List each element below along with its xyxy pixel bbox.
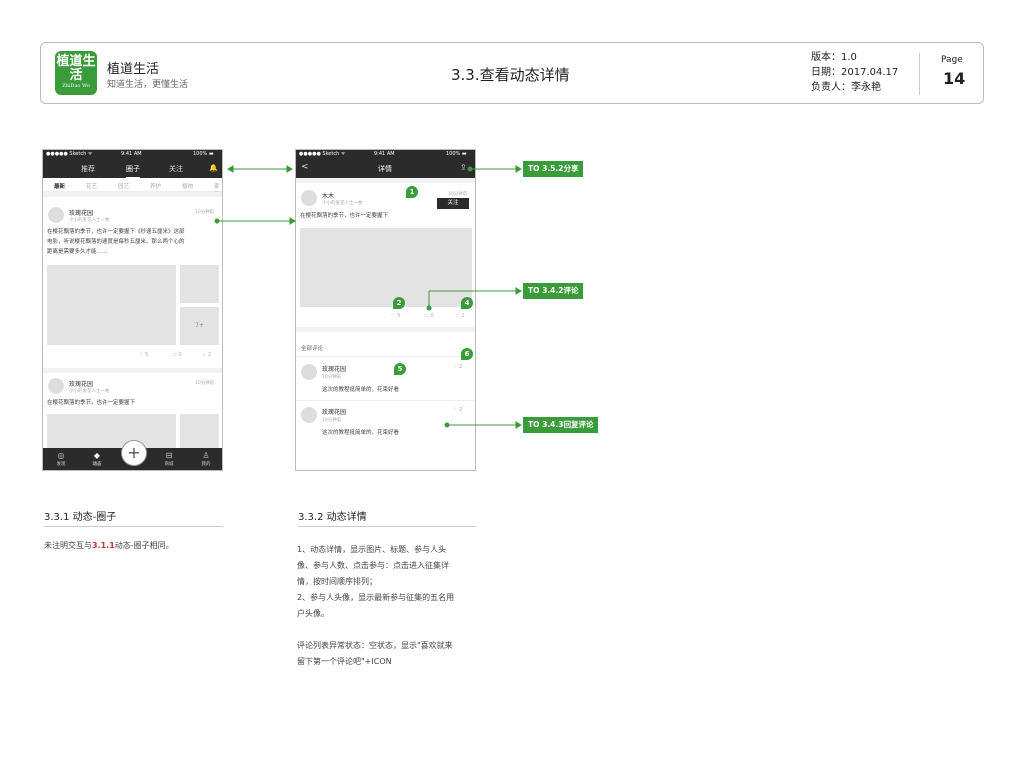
section-desc: 未注明交互与3.1.1动态-圈子相同。	[44, 541, 174, 550]
connector-lines	[214, 165, 522, 429]
link-reply[interactable]: TO 3.4.3回复评论	[523, 417, 599, 433]
link-comment[interactable]: TO 3.4.2评论	[523, 283, 584, 299]
section-divider	[44, 526, 223, 527]
link-share[interactable]: TO 3.5.2分享	[523, 161, 584, 177]
section-desc: 1、动态详情，显示图片、标题、参与人头 像、参与人数、点击参与：点击进入征集详 …	[297, 545, 455, 666]
section-title: 3.3.2 动态详情	[298, 512, 367, 523]
section-title: 3.3.1 动态-圈子	[44, 512, 117, 523]
section-divider	[298, 526, 476, 527]
